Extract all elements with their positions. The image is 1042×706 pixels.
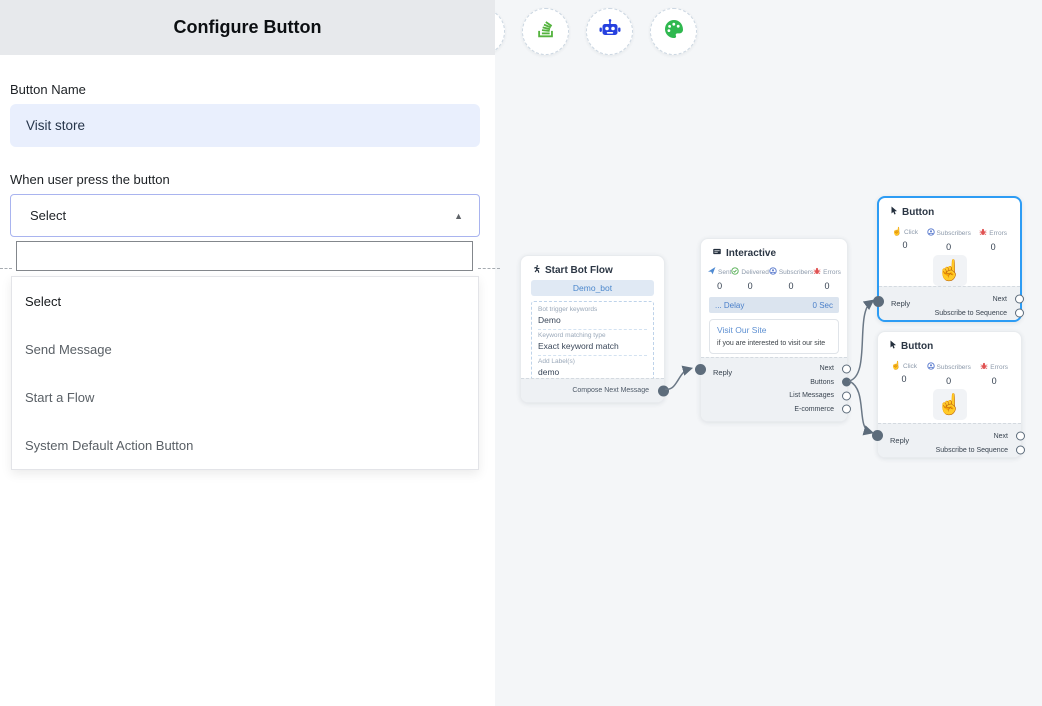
dashed-divider-left xyxy=(0,268,12,269)
node-button1-header: Button xyxy=(890,206,934,219)
node-button-2[interactable]: Button ☝ Click 0 Subscribers 0 xyxy=(877,331,1022,458)
port-ecommerce[interactable] xyxy=(842,405,851,414)
robot-icon xyxy=(598,17,622,46)
dropdown-option-list: Select Send Message Start a Flow System … xyxy=(11,276,479,470)
stat-click: ☝ Click 0 xyxy=(892,228,918,252)
runner-icon xyxy=(532,264,541,277)
reply-input-port[interactable] xyxy=(695,364,706,375)
button2-footer: Reply Next Subscribe to Sequence xyxy=(878,423,1021,457)
errors-icon xyxy=(980,362,988,372)
button-name-input[interactable]: Visit store xyxy=(10,104,480,147)
errors-icon xyxy=(979,228,987,238)
dropdown-search-input[interactable] xyxy=(16,241,473,271)
flow-canvas[interactable]: Start Bot Flow Demo_bot Bot trigger keyw… xyxy=(495,0,1042,706)
node-button2-header: Button xyxy=(889,340,933,353)
hand-pointer-icon: ☝ xyxy=(933,389,967,420)
reply-input-port[interactable] xyxy=(873,296,884,307)
reply-input-port[interactable] xyxy=(872,430,883,441)
dashed-divider-right xyxy=(478,268,500,269)
button1-stats: ☝ Click 0 Subscribers 0 xyxy=(879,228,1020,252)
port-subscribe[interactable] xyxy=(1016,446,1025,455)
field-row: Keyword matching type Exact keyword matc… xyxy=(538,330,647,356)
stat-click: ☝ Click 0 xyxy=(891,362,917,386)
configure-button-panel: Configure Button Button Name Visit store… xyxy=(0,0,495,706)
node-start-header: Start Bot Flow xyxy=(532,264,613,277)
output-next[interactable]: Next xyxy=(701,362,847,376)
output-next[interactable]: Next xyxy=(879,292,1020,306)
send-icon xyxy=(708,267,716,277)
option-select[interactable]: Select xyxy=(12,277,478,325)
stat-errors: Errors 0 xyxy=(979,228,1007,252)
message-preview[interactable]: Visit Our Site if you are interested to … xyxy=(709,319,839,354)
check-circle-icon xyxy=(731,267,739,277)
subscribers-icon xyxy=(927,362,935,372)
click-icon: ☝ xyxy=(892,228,902,236)
stat-sent: Sent 0 xyxy=(708,267,731,291)
node-interactive-header: Interactive xyxy=(712,247,776,259)
errors-icon xyxy=(813,267,821,277)
stat-subscribers: Subscribers 0 xyxy=(927,362,971,386)
toolbar-button-stack[interactable] xyxy=(522,8,569,55)
cursor-icon xyxy=(890,206,898,219)
node-button-1[interactable]: Button ☝ Click 0 Subscribers 0 xyxy=(877,196,1022,322)
edge-compose-to-reply xyxy=(665,369,689,389)
field-row: Bot trigger keywords Demo xyxy=(538,304,647,330)
port-list-messages[interactable] xyxy=(842,391,851,400)
panel-title: Configure Button xyxy=(0,0,495,55)
button-name-label: Button Name xyxy=(10,82,480,97)
hand-pointer-icon: ☝ xyxy=(933,255,967,286)
output-ecommerce[interactable]: E-commerce xyxy=(701,403,847,417)
output-subscribe[interactable]: Subscribe to Sequence xyxy=(879,306,1020,320)
delay-row[interactable]: ... Delay 0 Sec xyxy=(709,297,839,313)
output-list-messages[interactable]: List Messages xyxy=(701,389,847,403)
port-next[interactable] xyxy=(1016,432,1025,441)
stat-delivered: Delivered 0 xyxy=(731,267,768,291)
bot-name-badge[interactable]: Demo_bot xyxy=(531,280,654,296)
edge-buttons-to-button1 xyxy=(849,302,871,381)
output-buttons[interactable]: Buttons xyxy=(701,376,847,390)
stat-subscribers: Subscribers 0 xyxy=(927,228,971,252)
toolbar-button-bot[interactable] xyxy=(586,8,633,55)
node-start-bot-flow[interactable]: Start Bot Flow Demo_bot Bot trigger keyw… xyxy=(520,255,665,403)
action-select[interactable]: Select ▲ xyxy=(10,194,480,237)
port-buttons[interactable] xyxy=(842,378,851,387)
stat-errors: Errors 0 xyxy=(813,267,841,291)
interactive-stats: Sent 0 Delivered 0 Subscribers xyxy=(701,267,847,291)
interactive-footer: Reply Next Buttons List Messages E-comme… xyxy=(701,357,847,421)
stat-subscribers: Subscribers 0 xyxy=(769,267,813,291)
output-next[interactable]: Next xyxy=(878,429,1021,443)
option-system-default-action-button[interactable]: System Default Action Button xyxy=(12,421,478,469)
button2-stats: ☝ Click 0 Subscribers 0 xyxy=(878,362,1021,386)
card-icon xyxy=(712,247,722,259)
palette-icon xyxy=(662,17,686,46)
stack-icon xyxy=(535,18,557,45)
action-label: When user press the button xyxy=(10,172,480,187)
click-icon: ☝ xyxy=(891,362,901,370)
node-interactive[interactable]: Interactive Sent 0 Delivered xyxy=(700,238,848,422)
subscribers-icon xyxy=(769,267,777,277)
subscribers-icon xyxy=(927,228,935,238)
toolbar-button-hidden[interactable] xyxy=(495,8,505,55)
edge-buttons-to-button2 xyxy=(849,381,870,432)
start-fields: Bot trigger keywords Demo Keyword matchi… xyxy=(531,301,654,383)
chevron-up-icon: ▲ xyxy=(454,211,463,221)
stat-errors: Errors 0 xyxy=(980,362,1008,386)
button1-footer: Reply Next Subscribe to Sequence xyxy=(879,286,1020,320)
selected-value: Select xyxy=(30,208,66,223)
start-footer: Compose Next Message xyxy=(521,378,664,402)
compose-output-port[interactable] xyxy=(658,386,669,397)
toolbar-button-theme[interactable] xyxy=(650,8,697,55)
cursor-icon xyxy=(889,340,897,353)
port-subscribe[interactable] xyxy=(1015,309,1024,318)
option-start-a-flow[interactable]: Start a Flow xyxy=(12,373,478,421)
output-subscribe[interactable]: Subscribe to Sequence xyxy=(878,443,1021,457)
port-next[interactable] xyxy=(1015,295,1024,304)
option-send-message[interactable]: Send Message xyxy=(12,325,478,373)
port-next[interactable] xyxy=(842,364,851,373)
